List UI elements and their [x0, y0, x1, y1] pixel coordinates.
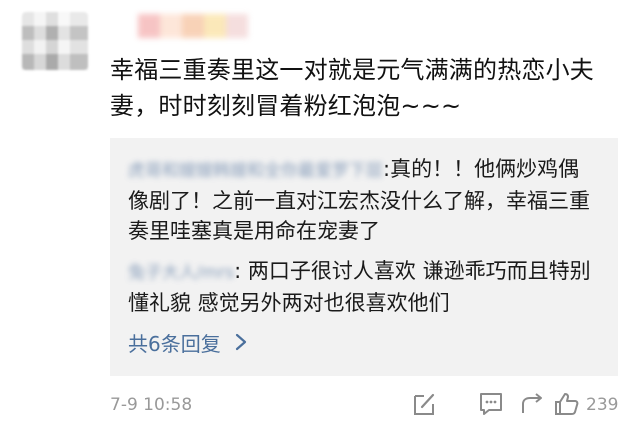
reply-colon: :	[234, 259, 248, 283]
reply-username[interactable]: 兔子大人/mrs	[128, 263, 234, 283]
commenter-avatar[interactable]	[22, 12, 88, 70]
commenter-username-blurred[interactable]	[138, 14, 248, 38]
reply-quote-box[interactable]: 虎哥和嫂嫂韩嫂和全你最爱罗下层:真的！！他俩炒鸡偶像剧了！之前一直对江宏杰没什么…	[110, 138, 618, 376]
edit-icon[interactable]	[412, 391, 436, 421]
reply-item: 虎哥和嫂嫂韩嫂和全你最爱罗下层:真的！！他俩炒鸡偶像剧了！之前一直对江宏杰没什么…	[128, 154, 600, 246]
chevron-right-icon	[229, 332, 247, 356]
more-replies-link[interactable]: 共6条回复	[128, 328, 247, 357]
comment-text: 幸福三重奏里这一对就是元气满满的热恋小夫妻，时时刻刻冒着粉红泡泡~~~	[110, 56, 594, 120]
more-replies-label: 共6条回复	[128, 332, 221, 356]
share-icon[interactable]	[520, 391, 546, 421]
comment-icon[interactable]	[478, 391, 504, 421]
reply-item: 兔子大人/mrs: 两口子很讨人喜欢 谦逊乖巧而且特别懂礼貌 感觉另外两对也很喜…	[128, 256, 600, 318]
action-icons	[0, 391, 640, 419]
like-count: 239	[586, 395, 619, 415]
like-icon[interactable]	[552, 391, 580, 421]
reply-username[interactable]: 虎哥和嫂嫂韩嫂和全你最爱罗下层	[128, 161, 383, 181]
